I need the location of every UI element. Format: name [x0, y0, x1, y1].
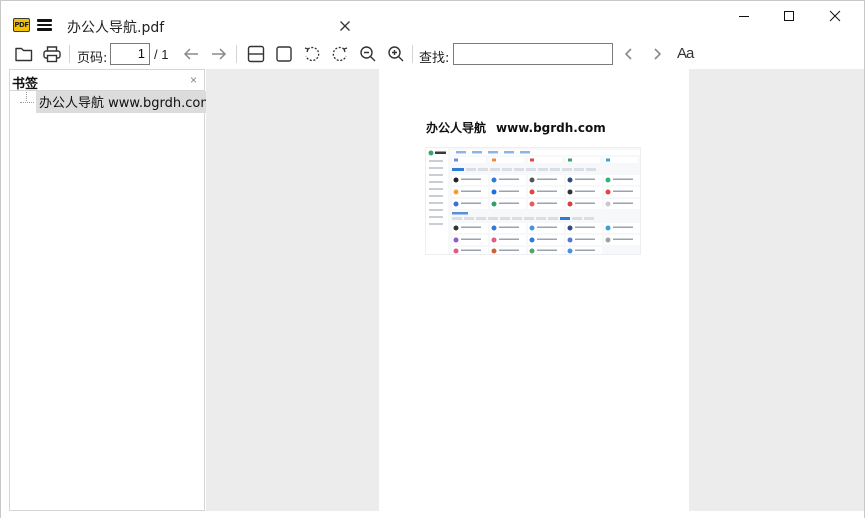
previous-page-button[interactable]: [180, 43, 202, 65]
bookmark-item[interactable]: 办公人导航 www.bgrdh.com: [16, 91, 216, 113]
page-number-input[interactable]: 1: [110, 43, 150, 65]
search-next-button[interactable]: [646, 43, 668, 65]
search-prev-button[interactable]: [618, 43, 640, 65]
document-viewer[interactable]: 办公人导航 www.bgrdh.com: [206, 69, 864, 511]
tree-connector: [20, 101, 34, 103]
page-heading-url: www.bgrdh.com: [496, 121, 606, 135]
title-bar: PDF 办公人导航.pdf: [1, 1, 864, 39]
font-size-button[interactable]: Aa: [677, 45, 694, 62]
app-window: PDF 办公人导航.pdf 页码: 1 / 1 查找: Aa 书签 × 办公人导…: [0, 0, 865, 518]
chevron-right-icon: [654, 48, 662, 60]
close-window-button[interactable]: [812, 1, 858, 31]
bookmark-panel: 书签 × 办公人导航 www.bgrdh.com: [9, 69, 216, 511]
hamburger-icon[interactable]: [37, 19, 52, 31]
page-label: 页码:: [77, 51, 108, 66]
toolbar: 页码: 1 / 1 查找: Aa: [1, 39, 864, 69]
open-folder-icon: [15, 47, 33, 62]
print-icon: [43, 46, 61, 63]
bookmark-panel-close-button[interactable]: ×: [190, 74, 197, 86]
maximize-button[interactable]: [766, 1, 812, 31]
fit-page-icon: [276, 46, 292, 62]
fit-page-button[interactable]: [273, 43, 295, 65]
next-page-button[interactable]: [208, 43, 230, 65]
zoom-out-button[interactable]: [357, 43, 379, 65]
search-label: 查找:: [419, 51, 450, 66]
fit-width-icon: [247, 45, 265, 63]
tab-close-button[interactable]: [337, 18, 353, 34]
print-button[interactable]: [41, 43, 63, 65]
bookmark-panel-title: 书签: [12, 77, 39, 92]
website-screenshot-thumbnail: [425, 147, 641, 255]
fit-width-button[interactable]: [245, 43, 267, 65]
zoom-in-button[interactable]: [385, 43, 407, 65]
close-icon: [829, 10, 841, 22]
rotate-right-icon: [332, 46, 348, 62]
minimize-button[interactable]: [721, 1, 767, 31]
page-heading-title: 办公人导航: [426, 121, 487, 135]
toolbar-separator: [69, 45, 70, 63]
bookmark-item-label: 办公人导航 www.bgrdh.com: [36, 91, 216, 113]
page-total: / 1: [154, 47, 169, 62]
open-file-button[interactable]: [13, 43, 35, 65]
close-icon: [340, 21, 350, 31]
zoom-in-icon: [388, 46, 404, 62]
minimize-icon: [739, 16, 749, 17]
maximize-icon: [784, 11, 794, 21]
search-input[interactable]: [453, 43, 613, 65]
toolbar-separator: [236, 45, 237, 63]
window-bottom-edge: [1, 511, 864, 518]
thumbnail-image: [426, 148, 640, 254]
pdf-page: 办公人导航 www.bgrdh.com: [379, 69, 689, 511]
bookmark-panel-header: 书签 ×: [10, 70, 204, 92]
document-tab-title[interactable]: 办公人导航.pdf: [67, 17, 164, 37]
rotate-right-button[interactable]: [329, 43, 351, 65]
previous-page-icon: [183, 48, 198, 60]
pdf-logo-icon: PDF: [13, 18, 30, 32]
toolbar-separator: [412, 45, 413, 63]
page-heading: 办公人导航 www.bgrdh.com: [426, 119, 606, 136]
next-page-icon: [212, 48, 227, 60]
rotate-left-icon: [304, 46, 320, 62]
chevron-left-icon: [624, 48, 632, 60]
rotate-left-button[interactable]: [301, 43, 323, 65]
zoom-out-icon: [360, 46, 376, 62]
